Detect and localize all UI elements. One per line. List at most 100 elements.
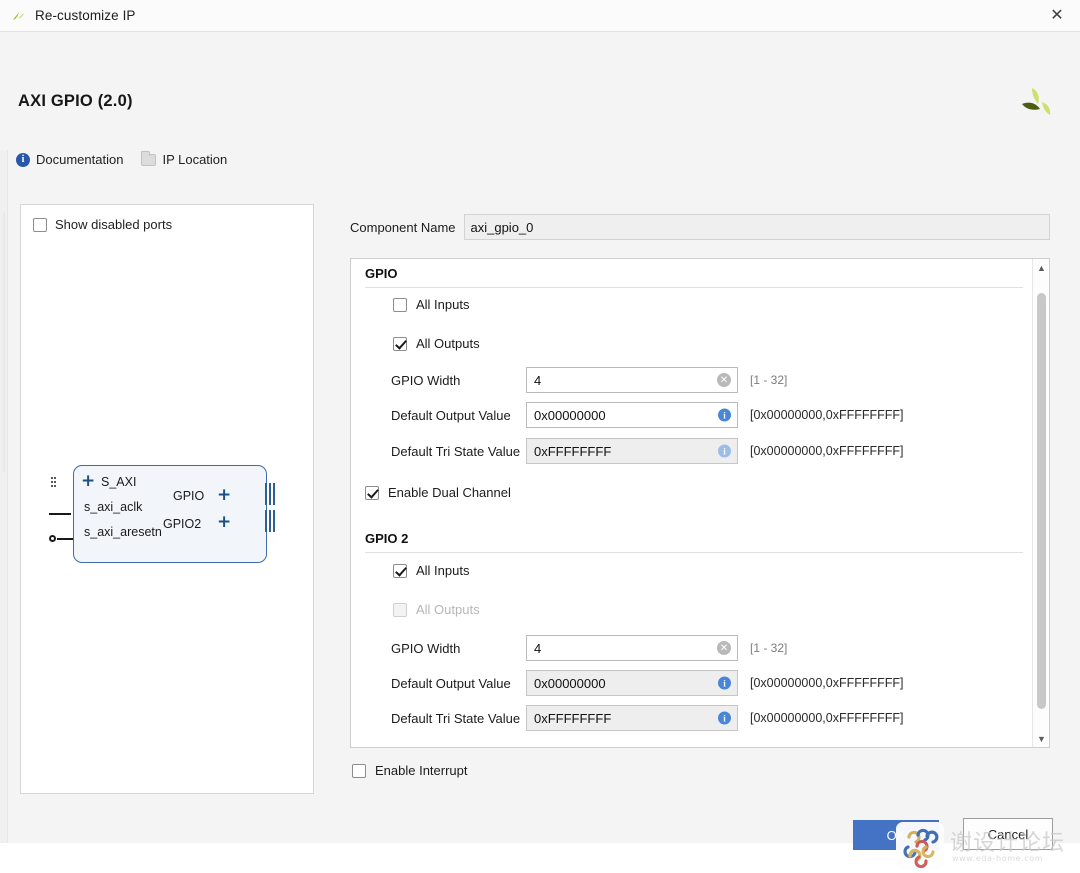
port-label-gpio: GPIO xyxy=(173,489,205,503)
gpio-default-output-label: Default Output Value xyxy=(391,407,511,423)
scroll-up-icon[interactable]: ▲ xyxy=(1033,259,1050,276)
component-name-input[interactable]: axi_gpio_0 xyxy=(463,214,1050,240)
folder-icon xyxy=(141,150,157,166)
gpio2-default-tristate-label: Default Tri State Value xyxy=(391,710,521,726)
aresetn-pin-circle xyxy=(49,535,56,542)
window-titlebar: Re-customize IP ✕ xyxy=(0,0,1080,32)
port-label-s-axi: S_AXI xyxy=(101,475,137,489)
gpio2-width-row: GPIO Width 4 ✕ [1 - 32] xyxy=(391,635,787,661)
gpio-all-inputs-row[interactable]: All Inputs xyxy=(393,297,469,312)
component-name-label: Component Name xyxy=(350,219,456,235)
documentation-label: Documentation xyxy=(36,152,124,167)
gpio2-default-output-hint: [0x00000000,0xFFFFFFFF] xyxy=(750,676,904,690)
scrollbar-thumb[interactable] xyxy=(1037,293,1046,709)
gpio-group-rule xyxy=(365,287,1023,288)
clear-icon[interactable]: ✕ xyxy=(717,373,731,387)
gpio2-default-output-row: Default Output Value 0x00000000 i [0x000… xyxy=(391,670,904,696)
enable-interrupt-label: Enable Interrupt xyxy=(375,763,468,778)
page-title: AXI GPIO (2.0) xyxy=(18,92,133,110)
aclk-pin-line xyxy=(49,513,71,515)
bus-handle-dots xyxy=(51,477,57,493)
show-disabled-ports-label: Show disabled ports xyxy=(55,217,173,232)
gpio2-all-inputs-checkbox[interactable] xyxy=(393,563,407,578)
gpio2-all-outputs-checkbox xyxy=(393,602,407,617)
port-label-s-axi-aclk: s_axi_aclk xyxy=(84,500,143,514)
gpio2-default-tristate-hint: [0x00000000,0xFFFFFFFF] xyxy=(750,711,904,725)
enable-interrupt-row[interactable]: Enable Interrupt xyxy=(352,763,468,778)
gpio2-width-input[interactable]: 4 ✕ xyxy=(526,635,738,661)
xilinx-leaf-logo xyxy=(1012,82,1058,126)
gpio-all-outputs-row[interactable]: All Outputs xyxy=(393,336,480,351)
gpio2-all-outputs-label: All Outputs xyxy=(416,602,480,617)
gpio-default-output-value: 0x00000000 xyxy=(534,407,606,423)
gpio2-default-tristate-row: Default Tri State Value 0xFFFFFFFF i [0x… xyxy=(391,705,904,731)
gpio2-default-output-input[interactable]: 0x00000000 i xyxy=(526,670,738,696)
info-icon[interactable]: i xyxy=(718,711,731,725)
gpio2-expand-icon[interactable]: + xyxy=(217,514,231,531)
enable-interrupt-checkbox[interactable] xyxy=(352,763,366,778)
documentation-link[interactable]: i Documentation xyxy=(16,152,123,167)
gpio2-default-tristate-input[interactable]: 0xFFFFFFFF i xyxy=(526,705,738,731)
info-icon[interactable]: i xyxy=(718,408,731,422)
gpio-width-input[interactable]: 4 ✕ xyxy=(526,367,738,393)
gpio-width-label: GPIO Width xyxy=(391,372,461,388)
gpio2-group-title: GPIO 2 xyxy=(365,531,409,546)
gpio2-default-output-label: Default Output Value xyxy=(391,675,511,691)
show-disabled-ports-row[interactable]: Show disabled ports xyxy=(33,217,172,232)
port-diagram-panel: Show disabled ports + S_AXI s_axi_aclk s… xyxy=(20,204,314,794)
config-content: GPIO All Inputs All Outputs GPIO Width 4… xyxy=(351,259,1033,747)
gpio-default-tristate-label: Default Tri State Value xyxy=(391,443,521,459)
info-icon[interactable]: i xyxy=(718,676,731,690)
ip-location-link[interactable]: IP Location xyxy=(141,150,227,167)
gpio2-all-outputs-row: All Outputs xyxy=(393,602,480,617)
gpio-default-tristate-value: 0xFFFFFFFF xyxy=(534,443,612,459)
dialog-body: AXI GPIO (2.0) i Documentation IP Locati… xyxy=(0,32,1080,870)
gpio-all-inputs-checkbox[interactable] xyxy=(393,297,407,312)
show-disabled-ports-checkbox[interactable] xyxy=(33,217,47,232)
gpio-group-title: GPIO xyxy=(365,266,398,281)
gpio-bus-bars xyxy=(265,483,276,505)
gpio2-group-rule xyxy=(365,552,1023,553)
scroll-down-icon[interactable]: ▼ xyxy=(1033,730,1050,747)
enable-dual-channel-label: Enable Dual Channel xyxy=(388,485,511,500)
enable-dual-channel-row[interactable]: Enable Dual Channel xyxy=(365,485,511,500)
chain-links-logo xyxy=(896,822,944,870)
close-icon[interactable]: ✕ xyxy=(1034,0,1080,31)
gpio-default-tristate-input[interactable]: 0xFFFFFFFF i xyxy=(526,438,738,464)
gpio-default-output-input[interactable]: 0x00000000 i xyxy=(526,402,738,428)
gpio-default-output-hint: [0x00000000,0xFFFFFFFF] xyxy=(750,408,904,422)
component-name-row: Component Name axi_gpio_0 xyxy=(350,214,1050,240)
gpio2-width-label: GPIO Width xyxy=(391,640,461,656)
gpio2-default-output-value: 0x00000000 xyxy=(534,675,606,691)
config-scrollbar[interactable]: ▲ ▼ xyxy=(1032,259,1049,747)
gpio-expand-icon[interactable]: + xyxy=(217,487,231,504)
gpio-default-tristate-row: Default Tri State Value 0xFFFFFFFF i [0x… xyxy=(391,438,904,464)
gpio2-all-inputs-row[interactable]: All Inputs xyxy=(393,563,469,578)
gpio-all-outputs-label: All Outputs xyxy=(416,336,480,351)
gpio2-width-hint: [1 - 32] xyxy=(750,641,788,655)
gpio-all-outputs-checkbox[interactable] xyxy=(393,336,407,351)
gpio-width-value: 4 xyxy=(534,372,542,388)
gpio-width-hint: [1 - 32] xyxy=(750,373,788,387)
gpio-default-output-row: Default Output Value 0x00000000 i [0x000… xyxy=(391,402,904,428)
window-title: Re-customize IP xyxy=(35,8,136,23)
gpio2-default-tristate-value: 0xFFFFFFFF xyxy=(534,710,612,726)
s-axi-expand-icon[interactable]: + xyxy=(81,473,95,490)
aresetn-pin-line xyxy=(57,538,73,540)
gpio2-bus-bars xyxy=(265,510,276,532)
port-label-s-axi-aresetn: s_axi_aresetn xyxy=(84,525,162,539)
config-scroll-area: GPIO All Inputs All Outputs GPIO Width 4… xyxy=(350,258,1050,748)
dialog-header: AXI GPIO (2.0) xyxy=(0,32,1080,150)
gpio2-width-value: 4 xyxy=(534,640,542,656)
clear-icon[interactable]: ✕ xyxy=(717,641,731,655)
port-label-gpio2: GPIO2 xyxy=(163,517,202,531)
dialog-left-edge xyxy=(0,32,8,843)
enable-dual-channel-checkbox[interactable] xyxy=(365,485,379,500)
gpio-width-row: GPIO Width 4 ✕ [1 - 32] xyxy=(391,367,787,393)
gpio-default-tristate-hint: [0x00000000,0xFFFFFFFF] xyxy=(750,444,904,458)
gpio-all-inputs-label: All Inputs xyxy=(416,297,470,312)
vivado-leaf-icon xyxy=(9,7,27,25)
gpio2-all-inputs-label: All Inputs xyxy=(416,563,470,578)
watermark-subtext: www.eda-home.com xyxy=(952,854,1044,863)
info-icon[interactable]: i xyxy=(718,444,731,458)
